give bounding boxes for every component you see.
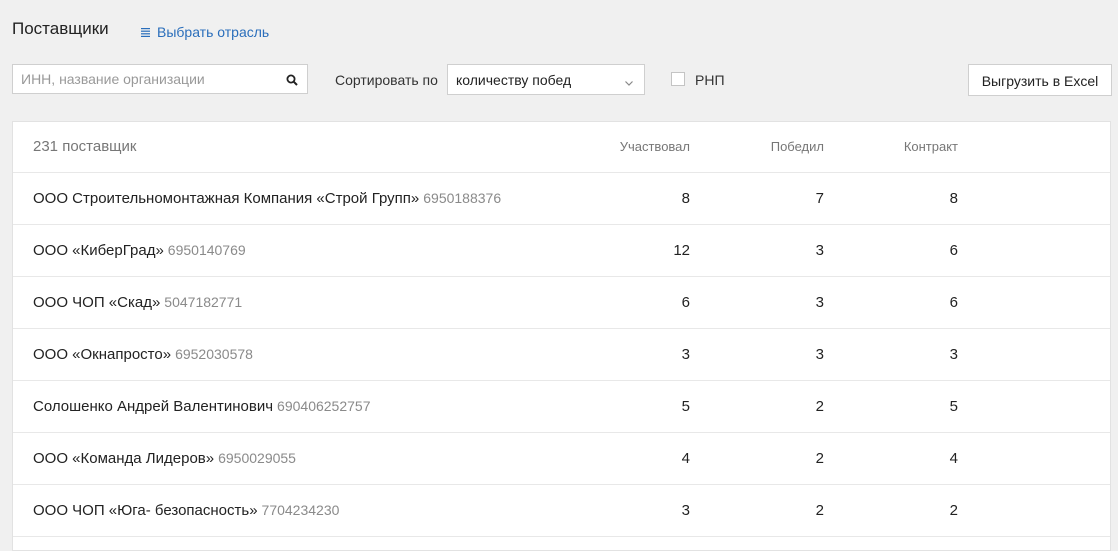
participated-value: 8 bbox=[681, 190, 690, 207]
supplier-inn: 6952030578 bbox=[175, 346, 253, 362]
won-value: 2 bbox=[815, 450, 824, 467]
column-header-participated[interactable]: Участвовал bbox=[570, 122, 690, 172]
won-value: 7 bbox=[815, 190, 824, 207]
supplier-name-cell: ООО ЧОП «Скад» 5047182771 bbox=[33, 277, 242, 328]
supplier-name[interactable]: ООО «Окнапросто» bbox=[33, 346, 171, 363]
table-row[interactable]: ООО ЧОП «Юга- безопасность» 7704234230 3 … bbox=[13, 485, 1110, 537]
won-value: 2 bbox=[815, 502, 824, 519]
rnp-label: РНП bbox=[695, 72, 725, 88]
list-icon bbox=[141, 27, 151, 37]
sort-selected-value: количеству побед bbox=[456, 72, 572, 88]
contract-value: 6 bbox=[949, 294, 958, 311]
table-row[interactable]: ООО Строительномонтажная Компания «Строй… bbox=[13, 173, 1110, 225]
export-excel-button[interactable]: Выгрузить в Excel bbox=[968, 64, 1112, 96]
contract-value: 5 bbox=[949, 398, 958, 415]
participated-value: 3 bbox=[681, 346, 690, 363]
search-input[interactable] bbox=[13, 65, 289, 93]
participated-value: 4 bbox=[681, 450, 690, 467]
supplier-count: 231 поставщик bbox=[33, 138, 137, 155]
won-value: 3 bbox=[815, 242, 824, 259]
supplier-name[interactable]: ООО ЧОП «Юга- безопасность» bbox=[33, 502, 258, 519]
supplier-inn: 5047182771 bbox=[164, 294, 243, 310]
supplier-name[interactable]: ООО «Команда Лидеров» bbox=[33, 450, 214, 467]
sort-label: Сортировать по bbox=[335, 72, 438, 88]
won-value: 3 bbox=[815, 346, 824, 363]
column-header-contract[interactable]: Контракт bbox=[838, 122, 958, 172]
table-row[interactable]: ООО «Окнапросто» 6952030578 3 3 3 bbox=[13, 329, 1110, 381]
supplier-name-cell: ООО «КиберГрад» 6950140769 bbox=[33, 225, 246, 276]
supplier-inn: 6950140769 bbox=[167, 242, 246, 258]
contract-value: 3 bbox=[949, 346, 958, 363]
supplier-name[interactable]: ООО Строительномонтажная Компания «Строй… bbox=[33, 190, 419, 207]
search-icon[interactable] bbox=[286, 73, 298, 86]
rnp-checkbox[interactable] bbox=[671, 72, 685, 86]
supplier-inn: 6950188376 bbox=[423, 190, 502, 206]
select-industry-label: Выбрать отрасль bbox=[157, 24, 270, 40]
supplier-name-cell: ООО «Команда Лидеров» 6950029055 bbox=[33, 433, 296, 484]
search-box bbox=[12, 64, 308, 94]
won-value: 2 bbox=[815, 398, 824, 415]
supplier-name-cell: Солошенко Андрей Валентинович 69040625275… bbox=[33, 381, 370, 432]
table-row[interactable]: ООО «КиберГрад» 6950140769 12 3 6 bbox=[13, 225, 1110, 277]
supplier-inn: 690406252757 bbox=[277, 398, 371, 414]
table-row[interactable]: ООО «Команда Лидеров» 6950029055 4 2 4 bbox=[13, 433, 1110, 485]
supplier-name-cell: ООО Строительномонтажная Компания «Строй… bbox=[33, 173, 501, 224]
participated-value: 3 bbox=[681, 502, 690, 519]
participated-value: 6 bbox=[681, 294, 690, 311]
supplier-inn: 7704234230 bbox=[261, 502, 340, 518]
supplier-name[interactable]: Солошенко Андрей Валентинович bbox=[33, 398, 273, 415]
chevron-down-icon bbox=[624, 75, 634, 86]
contract-value: 6 bbox=[949, 242, 958, 259]
participated-value: 12 bbox=[673, 242, 690, 259]
table-header-row: 231 поставщик Участвовал Победил Контрак… bbox=[13, 122, 1110, 173]
select-industry-link[interactable]: Выбрать отрасль bbox=[141, 24, 269, 40]
supplier-name[interactable]: ООО ЧОП «Скад» bbox=[33, 294, 160, 311]
supplier-name-cell: ООО ЧОП «Юга- безопасность» 7704234230 bbox=[33, 485, 339, 536]
participated-value: 5 bbox=[681, 398, 690, 415]
supplier-name[interactable]: ООО «КиберГрад» bbox=[33, 242, 164, 259]
suppliers-table: 231 поставщик Участвовал Победил Контрак… bbox=[12, 121, 1111, 551]
contract-value: 2 bbox=[949, 502, 958, 519]
contract-value: 8 bbox=[949, 190, 958, 207]
contract-value: 4 bbox=[949, 450, 958, 467]
sort-select[interactable]: количеству побед bbox=[447, 64, 645, 95]
table-row[interactable]: ООО ЧОП «Скад» 5047182771 6 3 6 bbox=[13, 277, 1110, 329]
page-title: Поставщики bbox=[12, 19, 109, 38]
table-row[interactable]: Солошенко Андрей Валентинович 69040625275… bbox=[13, 381, 1110, 433]
column-header-won[interactable]: Победил bbox=[704, 122, 824, 172]
supplier-inn: 6950029055 bbox=[218, 450, 296, 466]
supplier-name-cell: ООО «Окнапросто» 6952030578 bbox=[33, 329, 253, 380]
won-value: 3 bbox=[815, 294, 824, 311]
